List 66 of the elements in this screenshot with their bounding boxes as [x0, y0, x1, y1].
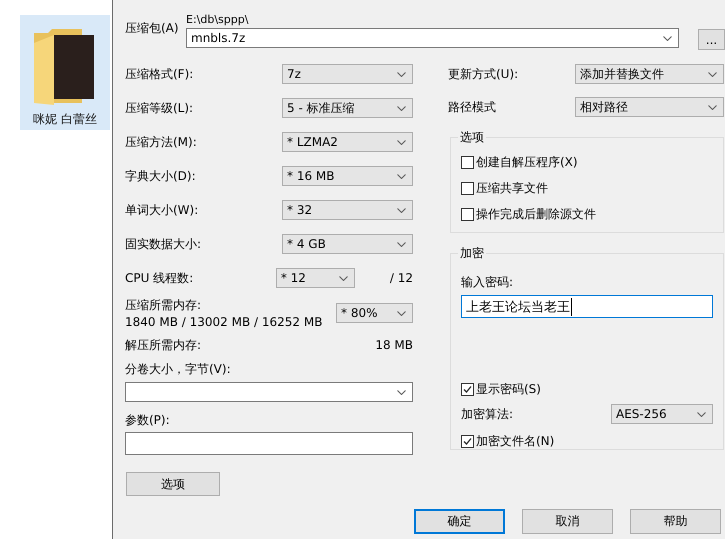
checkbox-box[interactable] [461, 434, 474, 448]
dialog-button[interactable]: 取消 [522, 509, 613, 534]
dropdown[interactable]: * 32 [282, 200, 413, 220]
chevron-down-icon [338, 276, 348, 280]
dropdown[interactable]: * LZMA2 [282, 132, 413, 152]
cpu-threads-label: CPU 线程数: [125, 270, 194, 286]
dropdown[interactable]: * 16 MB [282, 166, 413, 186]
password-label: 输入密码: [461, 274, 514, 290]
memory-label: 压缩所需内存: [125, 296, 202, 312]
folder-item[interactable]: 咪妮 白蕾丝 [20, 15, 110, 130]
dropdown[interactable]: 5 - 标准压缩 [282, 98, 413, 118]
chevron-down-icon [397, 390, 406, 394]
setting-label: 压缩等级(L): [125, 100, 194, 116]
chevron-down-icon [397, 72, 406, 76]
decompress-memory-label: 解压所需内存: [125, 337, 202, 353]
password-field[interactable]: 上老王论坛当老王 [461, 295, 713, 318]
checkbox-box[interactable] [461, 156, 474, 168]
archive-path: E:\db\sppp\ [186, 12, 248, 28]
checkbox[interactable]: 操作完成后删除源文件 [461, 204, 596, 224]
parameters-label: 参数(P): [125, 412, 170, 428]
dropdown[interactable]: AES-256 [611, 404, 713, 424]
dropdown[interactable]: 相对路径 [575, 97, 724, 117]
chevron-down-icon [397, 242, 406, 246]
chevron-down-icon [708, 104, 717, 110]
chevron-down-icon [397, 208, 406, 212]
dropdown[interactable]: * 4 GB [282, 234, 413, 254]
checkbox[interactable]: 显示密码(S) [461, 379, 541, 399]
chevron-down-icon [397, 140, 406, 144]
chevron-down-icon [708, 72, 717, 76]
options-button[interactable]: 选项 [126, 472, 220, 496]
group-title: 加密 [459, 245, 485, 262]
dialog-button[interactable]: 确定 [414, 509, 505, 534]
dropdown[interactable]: 7z [282, 64, 413, 84]
setting-label: 固实数据大小: [125, 236, 202, 252]
dropdown[interactable]: * 80% [336, 303, 413, 323]
checkbox[interactable]: 创建自解压程序(X) [461, 152, 578, 172]
decompress-memory-value: 18 MB [375, 337, 413, 353]
checkbox-box[interactable] [461, 182, 474, 194]
dropdown[interactable]: 添加并替换文件 [575, 64, 724, 84]
chevron-down-icon [663, 36, 672, 40]
archive-name-field[interactable]: mnbls.7z [186, 28, 679, 48]
setting-label: 压缩格式(F): [125, 66, 194, 82]
browse-button[interactable]: ... [698, 29, 725, 50]
chevron-down-icon [397, 174, 406, 178]
chevron-down-icon [397, 106, 406, 110]
volume-size-label: 分卷大小，字节(V): [125, 361, 231, 377]
memory-usage-text: 1840 MB / 13002 MB / 16252 MB [125, 314, 322, 330]
encryption-method-label: 加密算法: [461, 406, 514, 422]
checkbox-box[interactable] [461, 382, 474, 396]
cpu-threads-max: / 12 [390, 270, 413, 286]
dropdown[interactable] [125, 382, 413, 402]
setting-label: 压缩方法(M): [125, 134, 197, 150]
setting-label: 字典大小(D): [125, 168, 196, 184]
path-mode-label: 路径模式 [448, 99, 496, 115]
update-mode-label: 更新方式(U): [448, 66, 518, 82]
parameters-field[interactable] [125, 432, 413, 455]
checkbox[interactable]: 加密文件名(N) [461, 431, 554, 451]
checkbox-box[interactable] [461, 208, 474, 220]
chevron-down-icon [397, 310, 406, 316]
archive-label: 压缩包(A) [125, 20, 180, 37]
group-title: 选项 [459, 129, 485, 146]
dropdown[interactable]: * 12 [276, 268, 355, 288]
chevron-down-icon [697, 412, 706, 416]
dialog-button[interactable]: 帮助 [630, 509, 721, 534]
checkbox[interactable]: 压缩共享文件 [461, 178, 548, 198]
setting-label: 单词大小(W): [125, 202, 198, 218]
